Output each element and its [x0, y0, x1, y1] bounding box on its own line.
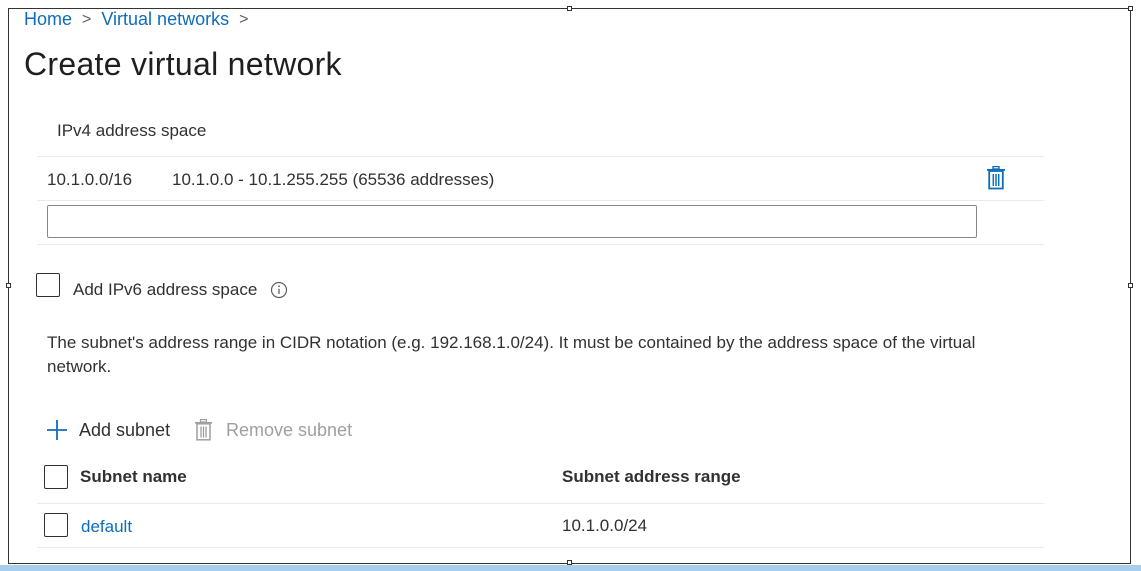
ipv4-section-label: IPv4 address space — [57, 121, 207, 140]
resize-handle-top-right[interactable] — [1128, 6, 1133, 11]
divider — [37, 547, 1044, 548]
chevron-right-icon: > — [82, 10, 92, 28]
resize-handle-middle-left[interactable] — [6, 283, 11, 288]
delete-address-space-icon[interactable] — [986, 165, 1006, 190]
divider — [37, 244, 1044, 245]
breadcrumb: Home > Virtual networks > — [24, 9, 258, 30]
ipv4-cidr-value: 10.1.0.0/16 — [47, 170, 133, 189]
subnet-row-checkbox[interactable] — [44, 513, 68, 537]
add-subnet-label: Add subnet — [79, 419, 171, 440]
subnet-range-value: 10.1.0.0/24 — [562, 516, 648, 535]
breadcrumb-virtual-networks[interactable]: Virtual networks — [101, 9, 229, 30]
page-title: Create virtual network — [24, 46, 342, 82]
divider — [37, 503, 1044, 504]
plus-icon — [46, 419, 68, 441]
add-subnet-button[interactable]: Add subnet — [46, 419, 170, 441]
column-header-subnet-address-range[interactable]: Subnet address range — [562, 467, 741, 487]
remove-subnet-label: Remove subnet — [226, 419, 353, 440]
ipv6-checkbox[interactable] — [36, 273, 60, 297]
ipv6-checkbox-label: Add IPv6 address space — [73, 280, 258, 299]
divider — [37, 200, 1044, 201]
resize-handle-middle-right[interactable] — [1128, 283, 1133, 288]
divider — [37, 156, 1044, 157]
info-icon[interactable] — [270, 281, 288, 299]
bottom-bar — [0, 565, 1141, 571]
remove-subnet-button[interactable]: Remove subnet — [194, 419, 352, 441]
ipv4-address-input[interactable] — [47, 205, 977, 238]
column-header-subnet-name[interactable]: Subnet name — [80, 467, 187, 487]
breadcrumb-home[interactable]: Home — [24, 9, 72, 30]
resize-handle-top-center[interactable] — [567, 6, 572, 11]
trash-icon — [194, 419, 213, 441]
subnet-name-link[interactable]: default — [81, 517, 132, 537]
subnet-help-text: The subnet's address range in CIDR notat… — [47, 333, 976, 376]
select-all-subnets-checkbox[interactable] — [44, 465, 68, 489]
ipv4-range-value: 10.1.0.0 - 10.1.255.255 (65536 addresses… — [172, 170, 495, 189]
chevron-right-icon: > — [239, 10, 249, 28]
